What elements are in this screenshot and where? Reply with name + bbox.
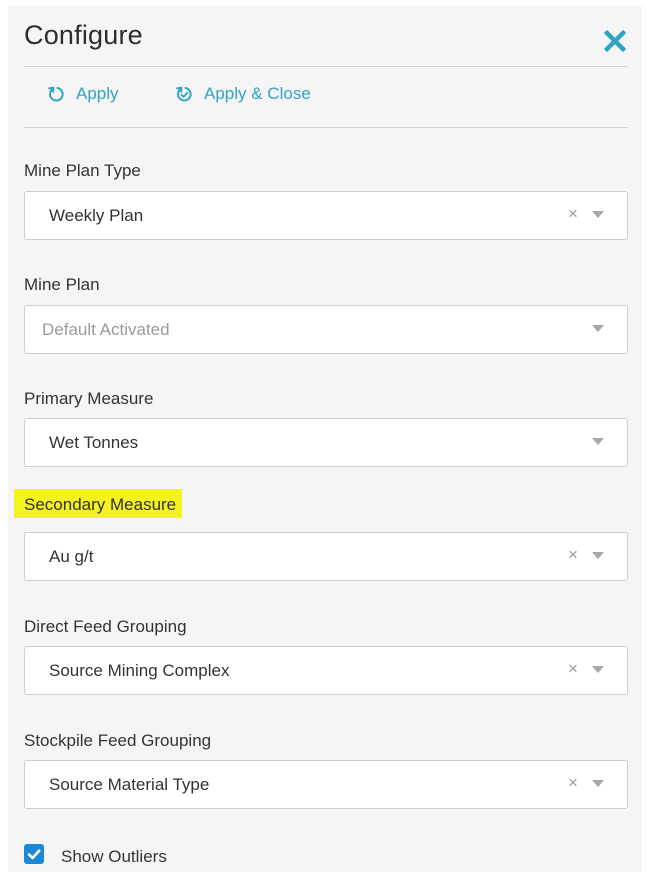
secondary-measure-label: Secondary Measure (14, 489, 183, 518)
mine-plan-type-value: Weekly Plan (49, 206, 144, 225)
header-divider (24, 66, 628, 67)
direct-feed-grouping-label: Direct Feed Grouping (24, 617, 187, 636)
show-outliers-label[interactable]: Show Outliers (61, 847, 167, 867)
configure-panel: Configure Apply Apply & Close Mine Plan … (8, 6, 642, 872)
primary-measure-value: Wet Tonnes (49, 433, 139, 452)
stockpile-feed-grouping-label: Stockpile Feed Grouping (24, 731, 212, 750)
apply-close-label: Apply & Close (204, 84, 311, 103)
actions-divider (24, 127, 628, 128)
mine-plan-label: Mine Plan (24, 275, 100, 294)
stockpile-feed-grouping-select[interactable]: Source Material Type × (24, 760, 628, 809)
chevron-down-icon[interactable] (592, 438, 604, 445)
secondary-measure-select[interactable]: Au g/t × (24, 532, 628, 581)
checkmark-icon (27, 849, 41, 860)
panel-title: Configure (24, 20, 143, 50)
chevron-down-icon[interactable] (592, 780, 604, 787)
close-x-icon (603, 29, 627, 53)
mine-plan-placeholder: Default Activated (42, 320, 170, 339)
mine-plan-select[interactable]: Default Activated (24, 305, 628, 354)
mine-plan-type-select[interactable]: Weekly Plan × (24, 191, 628, 240)
primary-measure-label: Primary Measure (24, 389, 154, 408)
primary-measure-select[interactable]: Wet Tonnes (24, 418, 628, 467)
clear-icon[interactable]: × (568, 773, 578, 793)
direct-feed-grouping-select[interactable]: Source Mining Complex × (24, 646, 628, 695)
secondary-measure-value: Au g/t (49, 547, 94, 566)
chevron-down-icon[interactable] (592, 325, 604, 332)
mine-plan-type-label: Mine Plan Type (24, 161, 141, 180)
apply-label: Apply (76, 84, 119, 103)
stockpile-feed-grouping-value: Source Material Type (49, 775, 210, 794)
close-button[interactable] (602, 28, 628, 54)
clear-icon[interactable]: × (568, 659, 578, 679)
clear-icon[interactable]: × (568, 545, 578, 565)
direct-feed-grouping-value: Source Mining Complex (49, 661, 230, 680)
show-outliers-checkbox[interactable] (24, 844, 44, 864)
chevron-down-icon[interactable] (592, 552, 604, 559)
refresh-check-icon (176, 86, 192, 102)
apply-close-button[interactable]: Apply & Close (174, 82, 311, 106)
clear-icon[interactable]: × (568, 204, 578, 224)
refresh-icon (48, 86, 64, 102)
chevron-down-icon[interactable] (592, 666, 604, 673)
apply-button[interactable]: Apply (46, 82, 119, 106)
chevron-down-icon[interactable] (592, 211, 604, 218)
